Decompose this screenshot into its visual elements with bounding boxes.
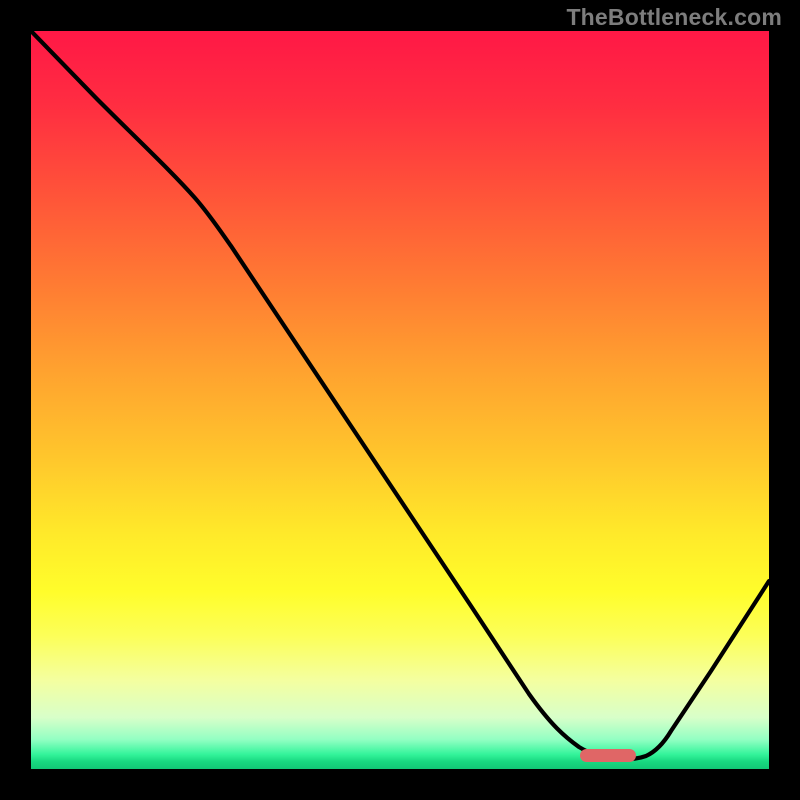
bottleneck-curve-path [31, 31, 769, 759]
optimal-marker [580, 749, 636, 762]
watermark-text: TheBottleneck.com [566, 4, 782, 31]
plot-area [31, 31, 769, 769]
chart-svg [31, 31, 769, 769]
outer-frame: TheBottleneck.com [0, 0, 800, 800]
